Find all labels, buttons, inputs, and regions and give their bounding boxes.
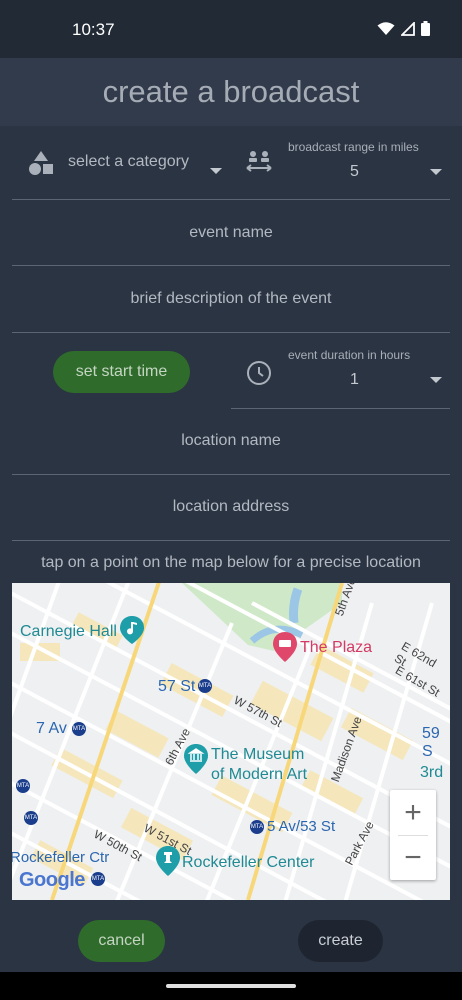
duration-value: 1 <box>350 371 359 388</box>
duration-dropdown[interactable]: event duration in hours 1 <box>240 344 450 408</box>
clock-icon <box>247 361 271 385</box>
zoom-out-button[interactable]: − <box>390 835 436 880</box>
home-gesture-handle[interactable] <box>166 984 296 988</box>
mta-icon: MTA <box>72 722 86 736</box>
mta-icon: MTA <box>24 811 38 825</box>
chevron-down-icon <box>210 168 222 174</box>
map-zoom-controls: + − <box>390 790 436 880</box>
mta-icon: MTA <box>250 820 264 834</box>
landmark-pin-icon[interactable] <box>156 846 180 876</box>
divider <box>12 332 450 333</box>
divider <box>231 408 450 409</box>
divider <box>12 199 450 200</box>
minus-icon: − <box>404 840 422 874</box>
wifi-icon <box>377 21 395 35</box>
map-hint: tap on a point on the map below for a pr… <box>41 554 421 571</box>
range-dropdown[interactable]: broadcast range in miles 5 <box>240 136 450 192</box>
chevron-down-icon <box>430 377 442 383</box>
range-label: broadcast range in miles <box>288 140 419 154</box>
mta-icon: MTA <box>91 872 105 886</box>
page-title: create a broadcast <box>102 74 360 109</box>
mta-icon: MTA <box>16 779 30 793</box>
mta-icon: MTA <box>198 679 212 693</box>
divider <box>12 540 450 541</box>
map-label-57-st: 57 St <box>158 678 196 695</box>
cancel-button[interactable]: cancel <box>78 920 165 962</box>
battery-icon <box>421 21 430 36</box>
map-label-5-av-53-st: 5 Av/53 St <box>267 818 336 835</box>
map-label-3rd: 3rd <box>420 764 444 781</box>
map-label-the-plaza: The Plaza <box>300 639 373 656</box>
hotel-pin-icon[interactable] <box>273 632 297 662</box>
range-value: 5 <box>350 163 359 180</box>
map-label-rockefeller-center: Rockefeller Center <box>182 854 315 871</box>
map-label-7-av: 7 Av <box>36 720 67 737</box>
duration-label: event duration in hours <box>288 348 411 362</box>
zoom-in-button[interactable]: + <box>390 790 436 835</box>
map-label-carnegie-hall: Carnegie Hall <box>20 623 117 640</box>
map-label-moma-line2: of Modern Art <box>211 766 308 783</box>
google-logo: Google <box>19 869 85 891</box>
signal-icon <box>401 21 415 36</box>
divider <box>12 474 450 475</box>
status-icons <box>377 21 430 36</box>
event-name-field[interactable]: event name <box>12 224 450 242</box>
status-bar: 10:37 <box>0 0 462 58</box>
category-dropdown[interactable]: select a category <box>12 140 230 188</box>
map-label-59-s: 59 S <box>422 725 440 760</box>
map-label-moma-line1: The Museum <box>211 746 305 763</box>
map-label-rockefeller-ctr: Rockefeller Ctr <box>12 849 110 866</box>
map-view[interactable]: Carnegie Hall The Plaza 5th Ave E 62nd S… <box>12 583 450 900</box>
location-name-field[interactable]: location name <box>12 432 450 450</box>
location-address-field[interactable]: location address <box>12 498 450 516</box>
create-button[interactable]: create <box>298 920 383 962</box>
museum-pin-icon[interactable] <box>184 744 208 774</box>
category-select-label: select a category <box>68 153 189 170</box>
divider <box>12 265 450 266</box>
people-range-icon <box>246 151 272 172</box>
plus-icon: + <box>404 795 422 829</box>
set-start-time-button[interactable]: set start time <box>53 351 190 393</box>
app-bar: create a broadcast <box>0 58 462 126</box>
status-time: 10:37 <box>72 20 115 39</box>
music-pin-icon[interactable] <box>120 616 144 644</box>
chevron-down-icon <box>430 169 442 175</box>
category-shapes-icon <box>29 151 53 175</box>
event-description-field[interactable]: brief description of the event <box>12 290 450 308</box>
